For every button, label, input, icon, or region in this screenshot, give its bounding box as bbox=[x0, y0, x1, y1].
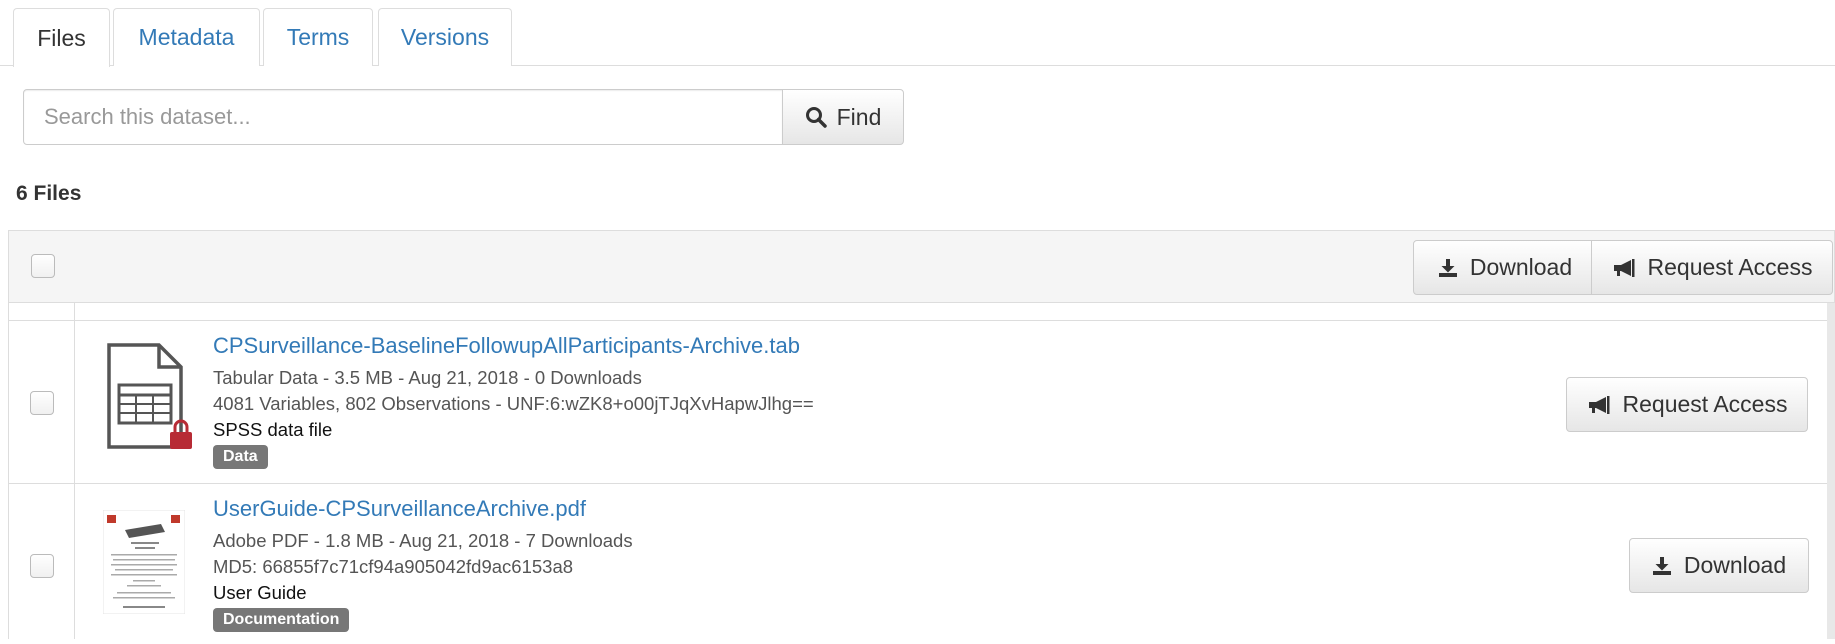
table-scrollbar[interactable] bbox=[1827, 303, 1835, 639]
download-selected-label: Download bbox=[1469, 254, 1573, 280]
files-table-header: Download Request Access bbox=[8, 230, 1835, 303]
file-checksum: MD5: 66855f7c71cf94a905042fd9ac6153a8 bbox=[213, 556, 574, 577]
tab-terms[interactable]: Terms bbox=[263, 8, 373, 66]
table-row: CPSurveillance-BaselineFollowupAllPartic… bbox=[9, 321, 1827, 484]
request-access-selected-button[interactable]: Request Access bbox=[1591, 240, 1833, 295]
find-button[interactable]: Find bbox=[782, 89, 904, 145]
download-label: Download bbox=[1683, 552, 1787, 578]
file-tag: Documentation bbox=[213, 608, 350, 632]
table-row: UserGuide-CPSurveillanceArchive.pdf Adob… bbox=[9, 484, 1827, 644]
tabular-file-locked-icon bbox=[107, 343, 192, 449]
search-input[interactable] bbox=[23, 89, 783, 145]
find-button-label: Find bbox=[836, 103, 882, 130]
row-checkbox[interactable] bbox=[30, 391, 54, 415]
file-tag: Data bbox=[213, 445, 268, 469]
file-description: User Guide bbox=[213, 582, 307, 603]
files-table-body: CPSurveillance-BaselineFollowupAllPartic… bbox=[8, 303, 1827, 639]
dataset-tabs: Files Metadata Terms Versions bbox=[0, 0, 1835, 67]
file-count: 6 Files bbox=[16, 182, 82, 205]
pdf-thumbnail bbox=[103, 510, 185, 614]
search-icon bbox=[805, 107, 827, 128]
row-checkbox[interactable] bbox=[30, 554, 54, 578]
download-icon bbox=[1652, 556, 1671, 575]
tab-metadata[interactable]: Metadata bbox=[113, 8, 260, 66]
file-meta: Tabular Data - 3.5 MB - Aug 21, 2018 - 0… bbox=[213, 367, 642, 388]
file-name-link[interactable]: CPSurveillance-BaselineFollowupAllPartic… bbox=[213, 333, 800, 359]
tab-files[interactable]: Files bbox=[13, 8, 110, 67]
file-checksum: 4081 Variables, 802 Observations - UNF:6… bbox=[213, 393, 814, 414]
request-access-selected-label: Request Access bbox=[1647, 254, 1813, 280]
download-icon bbox=[1438, 258, 1457, 277]
download-selected-button[interactable]: Download bbox=[1413, 240, 1597, 295]
download-button[interactable]: Download bbox=[1629, 538, 1809, 593]
request-access-button[interactable]: Request Access bbox=[1566, 377, 1808, 432]
file-name-link[interactable]: UserGuide-CPSurveillanceArchive.pdf bbox=[213, 496, 586, 522]
request-access-label: Request Access bbox=[1622, 391, 1788, 417]
bullhorn-icon bbox=[1588, 395, 1610, 414]
file-meta: Adobe PDF - 1.8 MB - Aug 21, 2018 - 7 Do… bbox=[213, 530, 633, 551]
select-all-checkbox[interactable] bbox=[31, 254, 55, 278]
file-description: SPSS data file bbox=[213, 419, 333, 440]
bullhorn-icon bbox=[1613, 258, 1635, 277]
tab-versions[interactable]: Versions bbox=[378, 8, 512, 66]
table-spacer-row bbox=[9, 303, 1827, 321]
